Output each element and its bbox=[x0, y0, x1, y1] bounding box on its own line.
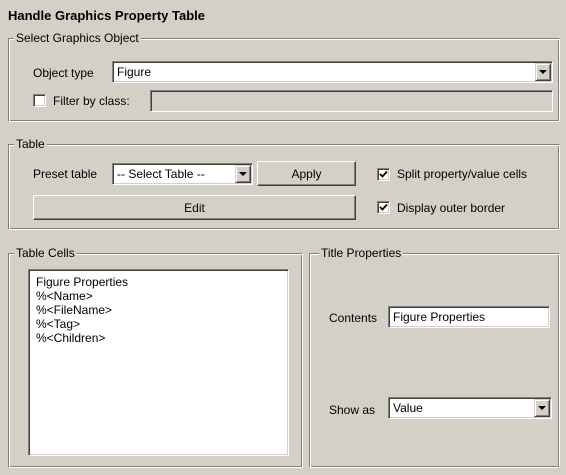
list-item[interactable]: %<Name> bbox=[36, 289, 288, 303]
filter-by-class-checkbox[interactable] bbox=[33, 94, 46, 107]
chevron-down-icon[interactable] bbox=[235, 165, 251, 183]
select-graphics-object-legend: Select Graphics Object bbox=[14, 31, 141, 45]
object-type-value: Figure bbox=[117, 65, 152, 79]
apply-button[interactable]: Apply bbox=[257, 161, 356, 186]
edit-button[interactable]: Edit bbox=[33, 195, 356, 220]
checkmark-icon bbox=[379, 170, 388, 178]
preset-table-dropdown[interactable]: -- Select Table -- bbox=[112, 163, 253, 185]
table-legend: Table bbox=[14, 137, 47, 151]
list-item[interactable]: Figure Properties bbox=[36, 275, 288, 289]
contents-label: Contents bbox=[329, 311, 378, 325]
preset-table-value: -- Select Table -- bbox=[117, 167, 205, 181]
show-as-label: Show as bbox=[329, 403, 376, 417]
filter-by-class-label: Filter by class: bbox=[53, 94, 130, 108]
split-cells-label: Split property/value cells bbox=[397, 167, 528, 181]
title-properties-legend: Title Properties bbox=[319, 246, 404, 260]
outer-border-label: Display outer border bbox=[397, 201, 506, 215]
table-cells-legend: Table Cells bbox=[14, 246, 77, 260]
chevron-down-icon[interactable] bbox=[535, 63, 551, 81]
split-cells-checkbox[interactable] bbox=[377, 168, 390, 181]
object-type-label: Object type bbox=[33, 66, 94, 80]
object-type-dropdown[interactable]: Figure bbox=[112, 61, 553, 83]
list-item[interactable]: %<FileName> bbox=[36, 303, 288, 317]
chevron-down-icon[interactable] bbox=[534, 399, 550, 417]
page-title: Handle Graphics Property Table bbox=[8, 8, 205, 23]
list-item[interactable]: %<Tag> bbox=[36, 317, 288, 331]
filter-by-class-field[interactable] bbox=[150, 90, 553, 112]
contents-value: Figure Properties bbox=[393, 310, 486, 324]
title-properties-group bbox=[309, 253, 560, 468]
table-cells-list[interactable]: Figure Properties %<Name> %<FileName> %<Tag… bbox=[28, 269, 289, 456]
list-item[interactable]: %<Children> bbox=[36, 331, 288, 345]
contents-input[interactable]: Figure Properties bbox=[388, 306, 550, 328]
checkmark-icon bbox=[379, 203, 388, 211]
show-as-value: Value bbox=[393, 401, 423, 415]
outer-border-checkbox[interactable] bbox=[377, 201, 390, 214]
show-as-dropdown[interactable]: Value bbox=[388, 397, 552, 419]
preset-table-label: Preset table bbox=[33, 167, 98, 181]
